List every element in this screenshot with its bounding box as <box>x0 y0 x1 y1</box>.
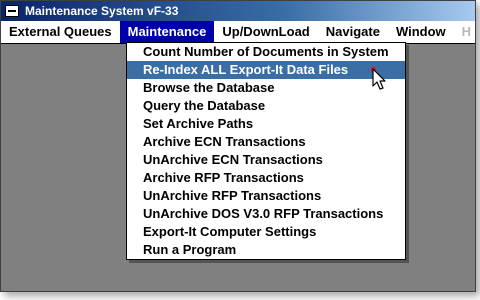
menu-external-queues[interactable]: External Queues <box>1 21 120 43</box>
mouse-pointer-icon <box>372 68 386 90</box>
menu-item-query-database[interactable]: Query the Database <box>127 97 405 115</box>
menu-help[interactable]: H <box>454 21 475 43</box>
menu-navigate[interactable]: Navigate <box>318 21 388 43</box>
window-title: Maintenance System vF-33 <box>25 4 179 18</box>
menu-item-unarchive-ecn[interactable]: UnArchive ECN Transactions <box>127 151 405 169</box>
menu-item-set-archive-paths[interactable]: Set Archive Paths <box>127 115 405 133</box>
menu-item-browse-database[interactable]: Browse the Database <box>127 79 405 97</box>
menu-item-computer-settings[interactable]: Export-It Computer Settings <box>127 223 405 241</box>
title-bar[interactable]: Maintenance System vF-33 <box>1 1 475 21</box>
menu-bar: External Queues Maintenance Up/DownLoad … <box>1 21 475 44</box>
menu-item-archive-rfp[interactable]: Archive RFP Transactions <box>127 169 405 187</box>
menu-item-unarchive-rfp[interactable]: UnArchive RFP Transactions <box>127 187 405 205</box>
system-menu-icon[interactable] <box>5 5 19 17</box>
menu-item-run-program[interactable]: Run a Program <box>127 241 405 259</box>
menu-up-download[interactable]: Up/DownLoad <box>214 21 317 43</box>
menu-item-archive-ecn[interactable]: Archive ECN Transactions <box>127 133 405 151</box>
menu-maintenance[interactable]: Maintenance <box>119 21 215 43</box>
menu-item-count-documents[interactable]: Count Number of Documents in System <box>127 43 405 61</box>
menu-window[interactable]: Window <box>388 21 454 43</box>
menu-item-unarchive-dos-rfp[interactable]: UnArchive DOS V3.0 RFP Transactions <box>127 205 405 223</box>
maintenance-dropdown: Count Number of Documents in System Re-I… <box>126 42 406 260</box>
menu-item-reindex-all[interactable]: Re-Index ALL Export-It Data Files <box>127 61 405 79</box>
